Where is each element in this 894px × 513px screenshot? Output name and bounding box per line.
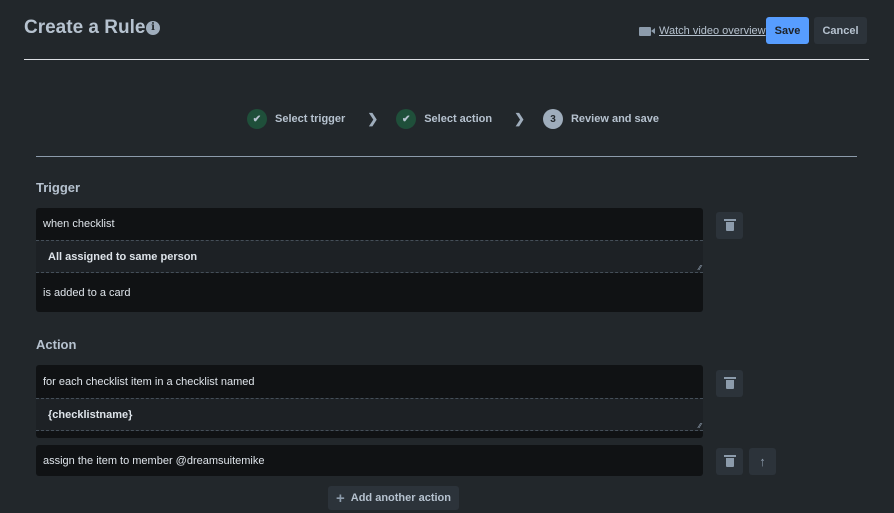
trigger-heading: Trigger	[36, 180, 81, 195]
step-review-and-save: Review and save	[570, 113, 660, 125]
chevron-right-icon: ❯	[514, 111, 525, 126]
delete-trigger-button[interactable]	[716, 212, 743, 239]
delete-action-button[interactable]	[716, 448, 743, 475]
check-icon: ✔	[396, 109, 417, 129]
add-another-action-button[interactable]: + Add another action	[328, 486, 459, 510]
step-select-action[interactable]: Select action	[424, 113, 492, 125]
check-icon: ✔	[247, 109, 267, 129]
header-divider	[24, 59, 869, 60]
cancel-button[interactable]: Cancel	[814, 17, 867, 44]
plus-icon: +	[336, 489, 345, 507]
trigger-text: is added to a card	[43, 286, 131, 299]
info-icon[interactable]: i	[146, 21, 160, 35]
action-text: assign the item to member @dreamsuitemik…	[43, 454, 265, 467]
trash-icon	[723, 377, 736, 389]
step-number-badge: 3	[542, 109, 563, 129]
watch-video-label[interactable]: Watch video overview	[659, 25, 766, 37]
step-select-trigger[interactable]: Select trigger	[275, 113, 345, 125]
delete-action-button[interactable]	[716, 370, 743, 397]
trigger-text: when checklist	[43, 218, 115, 230]
checklist-name-field[interactable]: {checklistname}	[36, 398, 703, 431]
action-text: for each checklist item in a checklist n…	[43, 375, 255, 388]
move-up-button[interactable]: ↑	[749, 448, 776, 475]
trash-icon	[723, 455, 736, 467]
video-camera-icon	[639, 26, 655, 36]
stepper-divider	[36, 156, 857, 157]
chevron-right-icon: ❯	[367, 111, 379, 126]
trigger-checklist-field[interactable]: All assigned to same person	[36, 240, 703, 273]
save-button[interactable]: Save	[766, 17, 809, 44]
page-title: Create a Rule	[24, 17, 146, 38]
trigger-card: when checklist All assigned to same pers…	[36, 208, 703, 312]
action-heading: Action	[36, 337, 77, 352]
watch-video-link[interactable]: Watch video overview	[639, 25, 766, 37]
action-card: for each checklist item in a checklist n…	[36, 365, 703, 438]
stepper: ✔ Select trigger ❯ ✔ Select action ❯ 3 R…	[247, 109, 659, 129]
trash-icon	[723, 219, 736, 231]
arrow-up-icon: ↑	[759, 454, 766, 469]
action-card: assign the item to member @dreamsuitemik…	[36, 445, 703, 476]
add-another-action-label: Add another action	[350, 492, 451, 504]
